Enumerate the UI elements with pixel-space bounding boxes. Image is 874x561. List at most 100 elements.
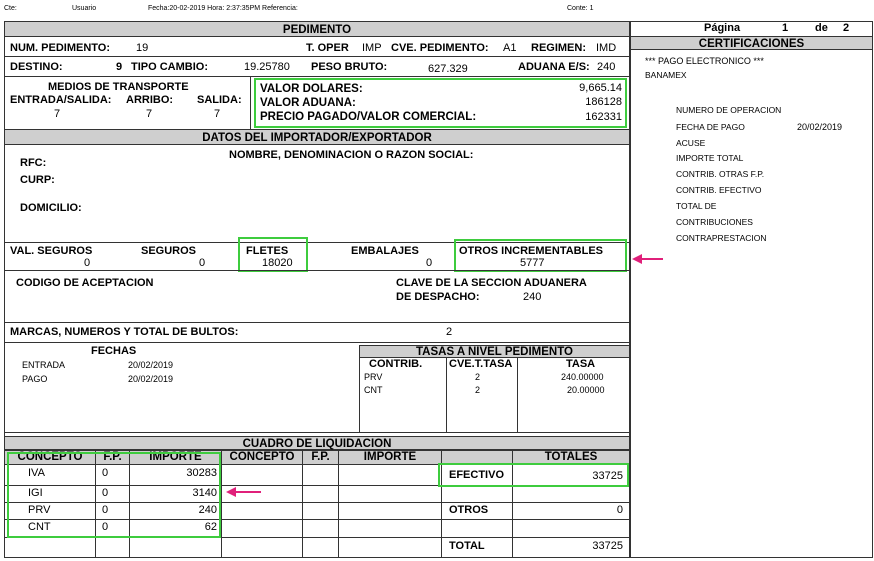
importador-header: DATOS DEL IMPORTADOR/EXPORTADOR <box>4 129 630 145</box>
fletes-highlight <box>238 237 308 272</box>
arrow-pointer-icon <box>226 487 261 497</box>
embalajes-value: 0 <box>426 257 433 269</box>
tasa-contrib: PRV <box>364 372 383 382</box>
tipo-operacion-label: T. OPER <box>306 42 349 54</box>
tasas-header: TASAS A NIVEL PEDIMENTO <box>359 345 630 358</box>
fecha-referencia: Fecha:20-02-2019 Hora: 2:37:35PM Referen… <box>148 5 298 12</box>
contraprestacion-label: CONTRAPRESTACION <box>676 233 767 243</box>
divider <box>4 76 630 77</box>
divider <box>338 450 339 558</box>
numero-operacion-label: NUMERO DE OPERACION <box>676 105 782 115</box>
page-number: 1 <box>782 22 789 34</box>
col-importe-2: IMPORTE <box>363 451 417 463</box>
divider <box>359 345 360 432</box>
acuse-label: ACUSE <box>676 138 706 148</box>
tasa-cve: 2 <box>475 372 481 382</box>
fecha-entrada-label: ENTRADA <box>22 360 66 370</box>
otros-value: 0 <box>616 504 623 516</box>
divider <box>4 342 630 343</box>
certificaciones-frame <box>630 21 873 558</box>
otros-label: OTROS <box>449 504 489 516</box>
divider <box>302 450 303 558</box>
divider <box>250 77 251 129</box>
destino-value: 9 <box>116 61 123 73</box>
domicilio-label: DOMICILIO: <box>20 202 82 214</box>
usuario-label: Usuario <box>72 5 97 12</box>
medios-transporte-label: MEDIOS DE TRANSPORTE <box>48 81 189 93</box>
peso-bruto-value: 627.329 <box>428 63 468 75</box>
tasas-col-contrib: CONTRIB. <box>369 358 423 370</box>
seguros-value: 0 <box>199 257 206 269</box>
nombre-razon-social-label: NOMBRE, DENOMINACION O RAZON SOCIAL: <box>229 149 474 161</box>
fecha-pago-value: 20/02/2019 <box>797 122 843 132</box>
page-de: de <box>815 22 828 34</box>
fecha-entrada-value: 20/02/2019 <box>128 360 174 370</box>
cte-label: Cte: <box>4 5 17 12</box>
total-label: TOTAL <box>449 540 485 552</box>
divider <box>446 358 447 432</box>
marcas-bultos-label: MARCAS, NUMEROS Y TOTAL DE BULTOS: <box>10 326 239 338</box>
fecha-pago-row-label: PAGO <box>22 374 48 384</box>
destino-label: DESTINO: <box>10 61 63 73</box>
clave-seccion-label: CLAVE DE LA SECCION ADUANERA <box>396 277 587 289</box>
tipo-operacion-value: IMP <box>362 42 382 54</box>
seguros-label: SEGUROS <box>141 245 197 257</box>
banco-name: BANAMEX <box>645 70 687 80</box>
tasas-col-cve: CVE.T.TASA <box>449 358 513 370</box>
cve-pedimento-value: A1 <box>503 42 517 54</box>
contrib-otras-label: CONTRIB. OTRAS F.P. <box>676 169 765 179</box>
pedimento-header: PEDIMENTO <box>4 21 630 37</box>
val-seguros-label: VAL. SEGUROS <box>10 245 93 257</box>
col-totales: TOTALES <box>544 451 598 463</box>
divider <box>221 450 222 558</box>
despacho-label: DE DESPACHO: <box>396 291 480 303</box>
conceptos-highlight <box>7 452 221 538</box>
tasas-col-tasa: TASA <box>566 358 596 370</box>
arrow-pointer-icon <box>632 254 663 264</box>
tasa-value: 240.00000 <box>561 372 604 382</box>
tasa-cve: 2 <box>475 385 481 395</box>
peso-bruto-label: PESO BRUTO: <box>311 61 388 73</box>
contrib-efectivo-label: CONTRIB. EFECTIVO <box>676 185 762 195</box>
page-label: Página <box>704 22 741 34</box>
divider <box>4 432 630 433</box>
otros-incrementables-highlight <box>454 239 627 272</box>
aduana-label: ADUANA E/S: <box>518 61 590 73</box>
divider <box>4 270 630 271</box>
efectivo-highlight <box>438 463 629 487</box>
arribo-label: ARRIBO: <box>126 94 174 106</box>
codigo-aceptacion-label: CODIGO DE ACEPTACION <box>16 277 154 289</box>
col-fp-2: F.P. <box>311 451 330 463</box>
liquidacion-header: CUADRO DE LIQUIDACION <box>4 436 630 450</box>
total-value: 33725 <box>592 540 623 552</box>
salida-label: SALIDA: <box>197 94 242 106</box>
certificaciones-header: CERTIFICACIONES <box>630 36 873 50</box>
tasa-value: 20.00000 <box>567 385 605 395</box>
pago-electronico: *** PAGO ELECTRONICO *** <box>645 56 764 66</box>
valores-highlight <box>254 78 627 128</box>
importe-total-label: IMPORTE TOTAL <box>676 153 744 163</box>
curp-label: CURP: <box>20 174 55 186</box>
fechas-header: FECHAS <box>91 345 137 357</box>
regimen-value: IMD <box>596 42 617 54</box>
entrada-salida-label: ENTRADA/SALIDA: <box>10 94 112 106</box>
divider <box>4 56 630 57</box>
clave-seccion-value: 240 <box>523 291 542 303</box>
contribuciones-label: CONTRIBUCIONES <box>676 217 753 227</box>
cve-pedimento-label: CVE. PEDIMENTO: <box>391 42 489 54</box>
fecha-pago-row-value: 20/02/2019 <box>128 374 174 384</box>
total-de-label: TOTAL DE <box>676 201 717 211</box>
tipo-cambio-label: TIPO CAMBIO: <box>131 61 208 73</box>
embalajes-label: EMBALAJES <box>351 245 419 257</box>
entrada-salida-value: 7 <box>54 108 61 120</box>
arribo-value: 7 <box>146 108 153 120</box>
conte-label: Conte: 1 <box>567 5 594 12</box>
regimen-label: REGIMEN: <box>531 42 586 54</box>
col-concepto-2: CONCEPTO <box>229 451 295 463</box>
salida-value: 7 <box>214 108 221 120</box>
tasa-contrib: CNT <box>364 385 383 395</box>
divider <box>517 358 518 432</box>
rfc-label: RFC: <box>20 157 47 169</box>
divider <box>4 322 630 323</box>
aduana-value: 240 <box>597 61 616 73</box>
